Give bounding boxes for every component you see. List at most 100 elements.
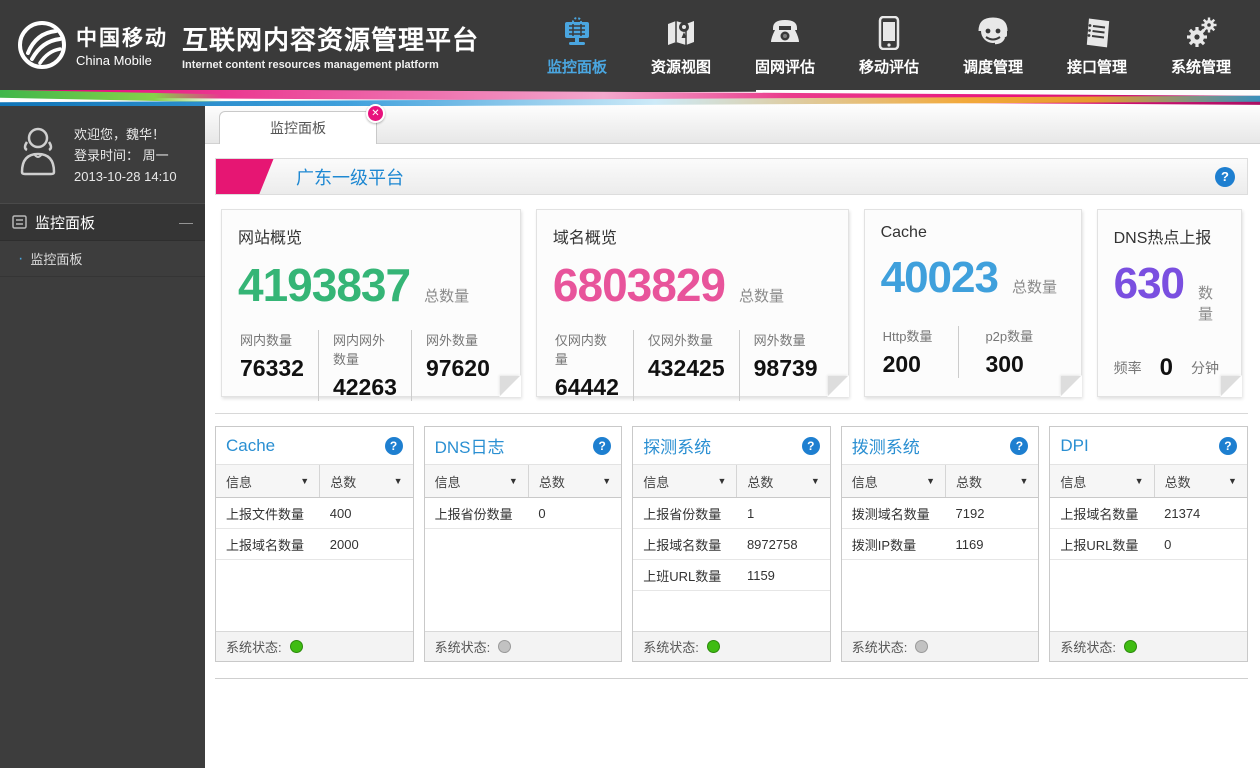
tab-monitor-panel[interactable]: 监控面板 ✕ [219,111,377,144]
column-header-info[interactable]: 信息▼ [425,465,528,497]
sidebar-menu-monitor-panel[interactable]: 监控面板 — [0,203,205,241]
sidebar-item-monitor-panel[interactable]: · 监控面板 [0,241,205,277]
sidebar-menu-title: 监控面板 [35,212,95,233]
column-header-info[interactable]: 信息▼ [216,465,319,497]
status-indicator [707,640,720,653]
welcome-text: 欢迎您，魏华！ [74,124,177,145]
big-number: 4193837 [238,262,410,308]
nav-item-fixed-network-eval[interactable]: 固网评估 [754,14,816,77]
user-block: 欢迎您，魏华！ 登录时间： 周一 2013-10-28 14:10 [0,106,205,203]
status-indicator [498,640,511,653]
column-header-total[interactable]: 总数▼ [528,465,621,497]
user-avatar-icon [14,124,62,176]
nav-label: 移动评估 [859,56,919,77]
nav-item-mobile-eval[interactable]: 移动评估 [858,14,920,77]
big-number-label: 总数量 [424,285,469,306]
headset-icon [976,14,1010,50]
section-title: 广东一级平台 [296,164,404,190]
status-label: 系统状态: [852,637,908,656]
big-number-label: 总数量 [739,285,784,306]
help-icon[interactable]: ? [1215,167,1235,187]
column-header-info[interactable]: 信息▼ [842,465,945,497]
table-row: 上班URL数量1159 [633,560,830,591]
nav-item-dispatch-mgmt[interactable]: 调度管理 [962,14,1024,77]
status-label: 系统状态: [1060,637,1116,656]
top-nav: 监控面板 资源视图 [546,14,1250,77]
help-icon[interactable]: ? [1219,437,1237,455]
stat-item: 仅网外数量 432425 [633,330,739,401]
logo-en-text: China Mobile [76,53,168,68]
nav-label: 监控面板 [547,56,607,77]
column-header-total[interactable]: 总数▼ [1154,465,1247,497]
stat-item: Http数量 200 [881,326,959,378]
chevron-down-icon: ▼ [1228,476,1237,486]
table-row: 拨测域名数量7192 [842,498,1039,529]
nav-label: 调度管理 [963,56,1023,77]
card-title: 域名概览 [553,224,832,248]
column-header-total[interactable]: 总数▼ [319,465,412,497]
status-label: 系统状态: [226,637,282,656]
decorative-ribbon [0,90,1260,106]
big-number: 6803829 [553,262,725,308]
tab-strip: 监控面板 ✕ [205,106,1260,144]
dashboard-icon [560,14,594,50]
bullet-icon: · [18,251,23,267]
platform-title: 互联网内容资源管理平台 Internet content resources m… [182,20,479,71]
table-row: 上报域名数量21374 [1050,498,1247,529]
mobile-icon [878,14,900,50]
panel-title: Cache [226,436,275,456]
panel-dpi: DPI ? 信息▼ 总数▼ 上报域名数量21374 上报URL数量0 [1049,426,1248,662]
help-icon[interactable]: ? [802,437,820,455]
table-row: 上报文件数量400 [216,498,413,529]
column-header-total[interactable]: 总数▼ [945,465,1038,497]
sidebar-item-label: 监控面板 [30,249,82,268]
column-header-info[interactable]: 信息▼ [633,465,736,497]
chevron-down-icon: ▼ [926,476,935,486]
chevron-down-icon: ▼ [300,476,309,486]
status-label: 系统状态: [643,637,699,656]
nav-item-system-mgmt[interactable]: 系统管理 [1170,14,1232,77]
help-icon[interactable]: ? [593,437,611,455]
chevron-down-icon: ▼ [394,476,403,486]
table-row: 上报URL数量0 [1050,529,1247,560]
status-indicator [915,640,928,653]
help-icon[interactable]: ? [385,437,403,455]
platform-title-cn: 互联网内容资源管理平台 [182,20,479,57]
card-title: DNS热点上报 [1114,224,1225,248]
panel-list-icon [12,215,27,229]
stat-item: 网外数量 98739 [739,330,832,401]
big-number: 40023 [881,256,998,300]
column-header-total[interactable]: 总数▼ [736,465,829,497]
login-datetime-text: 2013-10-28 14:10 [74,166,177,187]
china-mobile-logo: 中国移动 China Mobile [16,19,168,71]
chevron-down-icon: ▼ [1019,476,1028,486]
panel-dns-log: DNS日志 ? 信息▼ 总数▼ 上报省份数量0 系统状态: [424,426,623,662]
panel-detection-system: 探测系统 ? 信息▼ 总数▼ 上报省份数量1 上报域名数量8972758 上班U… [632,426,831,662]
app-window: 中国移动 China Mobile 互联网内容资源管理平台 Internet c… [0,0,1260,768]
column-header-info[interactable]: 信息▼ [1050,465,1153,497]
stat-item: 网外数量 97620 [411,330,504,401]
big-number: 630 [1114,262,1184,306]
help-icon[interactable]: ? [1010,437,1028,455]
stat-item: 仅网内数量 64442 [553,330,633,401]
platform-title-en: Internet content resources management pl… [182,59,479,71]
nav-item-monitor-panel[interactable]: 监控面板 [546,14,608,77]
card-domain-overview: 域名概览 6803829 总数量 仅网内数量 64442 [536,209,849,397]
table-row: 上报省份数量0 [425,498,622,529]
nav-item-interface-mgmt[interactable]: 接口管理 [1066,14,1128,77]
nav-item-resource-view[interactable]: 资源视图 [650,14,712,77]
tab-label: 监控面板 [270,118,326,138]
status-label: 系统状态: [435,637,491,656]
panel-title: 探测系统 [643,433,711,458]
tab-close-icon[interactable]: ✕ [366,104,385,123]
collapse-icon[interactable]: — [179,214,193,230]
panel-cache: Cache ? 信息▼ 总数▼ 上报文件数量400 上报域名数量2000 [215,426,414,662]
card-title: 网站概览 [238,224,504,248]
panel-title: DPI [1060,436,1088,456]
section-accent-shape [215,159,273,195]
table-row: 上报域名数量2000 [216,529,413,560]
nav-label: 资源视图 [651,56,711,77]
table-row: 上报域名数量8972758 [633,529,830,560]
status-indicator [290,640,303,653]
chevron-down-icon: ▼ [602,476,611,486]
